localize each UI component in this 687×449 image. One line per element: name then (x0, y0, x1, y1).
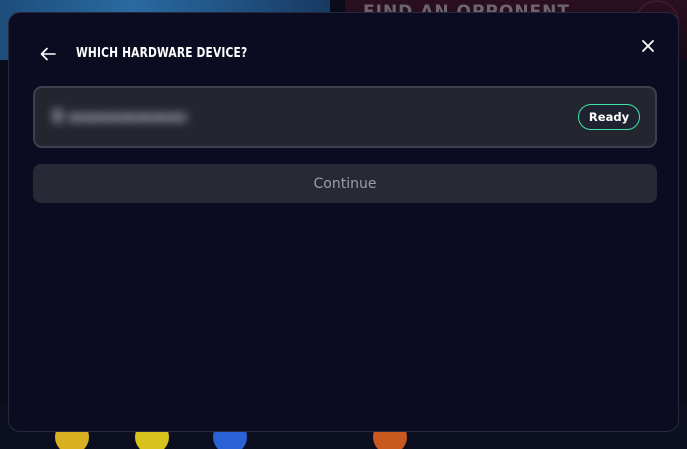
close-button[interactable] (638, 36, 658, 56)
status-badge: Ready (578, 104, 640, 130)
arrow-left-icon (40, 47, 56, 61)
modal-title: WHICH HARDWARE DEVICE? (76, 46, 248, 61)
close-icon (642, 40, 654, 52)
back-button[interactable] (38, 44, 58, 64)
continue-button[interactable]: Continue (33, 164, 657, 203)
device-name: ▮ ▬▬▬▬▬▬▬ (53, 107, 188, 124)
hardware-device-modal: WHICH HARDWARE DEVICE? ▮ ▬▬▬▬▬▬▬ Ready C… (8, 12, 679, 432)
device-option[interactable]: ▮ ▬▬▬▬▬▬▬ Ready (33, 86, 657, 148)
